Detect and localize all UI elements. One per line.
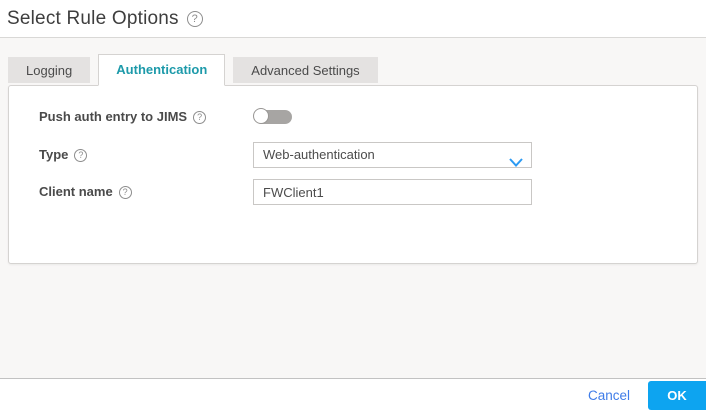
push-auth-label: Push auth entry to JIMS? xyxy=(39,108,207,126)
tab-bar: Logging Authentication Advanced Settings xyxy=(8,54,386,86)
client-name-label-text: Client name xyxy=(39,184,113,199)
tab-advanced-settings[interactable]: Advanced Settings xyxy=(233,57,378,83)
tab-authentication[interactable]: Authentication xyxy=(98,54,226,86)
push-auth-label-text: Push auth entry to JIMS xyxy=(39,109,188,124)
dialog-header: Select Rule Options ? xyxy=(0,0,706,38)
dialog-title: Select Rule Options xyxy=(7,7,179,29)
dialog-footer: Cancel OK xyxy=(0,378,706,412)
type-help-icon[interactable]: ? xyxy=(74,148,88,162)
type-label-text: Type xyxy=(39,147,69,162)
client-name-input[interactable] xyxy=(253,179,532,205)
select-rule-options-dialog: Select Rule Options ? Logging Authentica… xyxy=(0,0,706,412)
type-select[interactable]: Web-authentication xyxy=(253,142,532,168)
toggle-knob xyxy=(253,108,269,124)
type-label: Type? xyxy=(39,146,88,164)
client-name-help-icon[interactable]: ? xyxy=(118,185,132,199)
ok-button[interactable]: OK xyxy=(648,381,706,410)
push-auth-help-icon[interactable]: ? xyxy=(193,110,207,124)
push-auth-toggle[interactable] xyxy=(253,108,293,126)
tab-logging[interactable]: Logging xyxy=(8,57,91,83)
tab-content-panel: Push auth entry to JIMS? Type? Web-authe… xyxy=(8,85,698,264)
cancel-button[interactable]: Cancel xyxy=(588,379,630,412)
type-select-value: Web-authentication xyxy=(263,147,375,162)
client-name-label: Client name? xyxy=(39,183,132,201)
help-icon[interactable]: ? xyxy=(186,10,203,27)
chevron-down-icon xyxy=(509,151,523,175)
